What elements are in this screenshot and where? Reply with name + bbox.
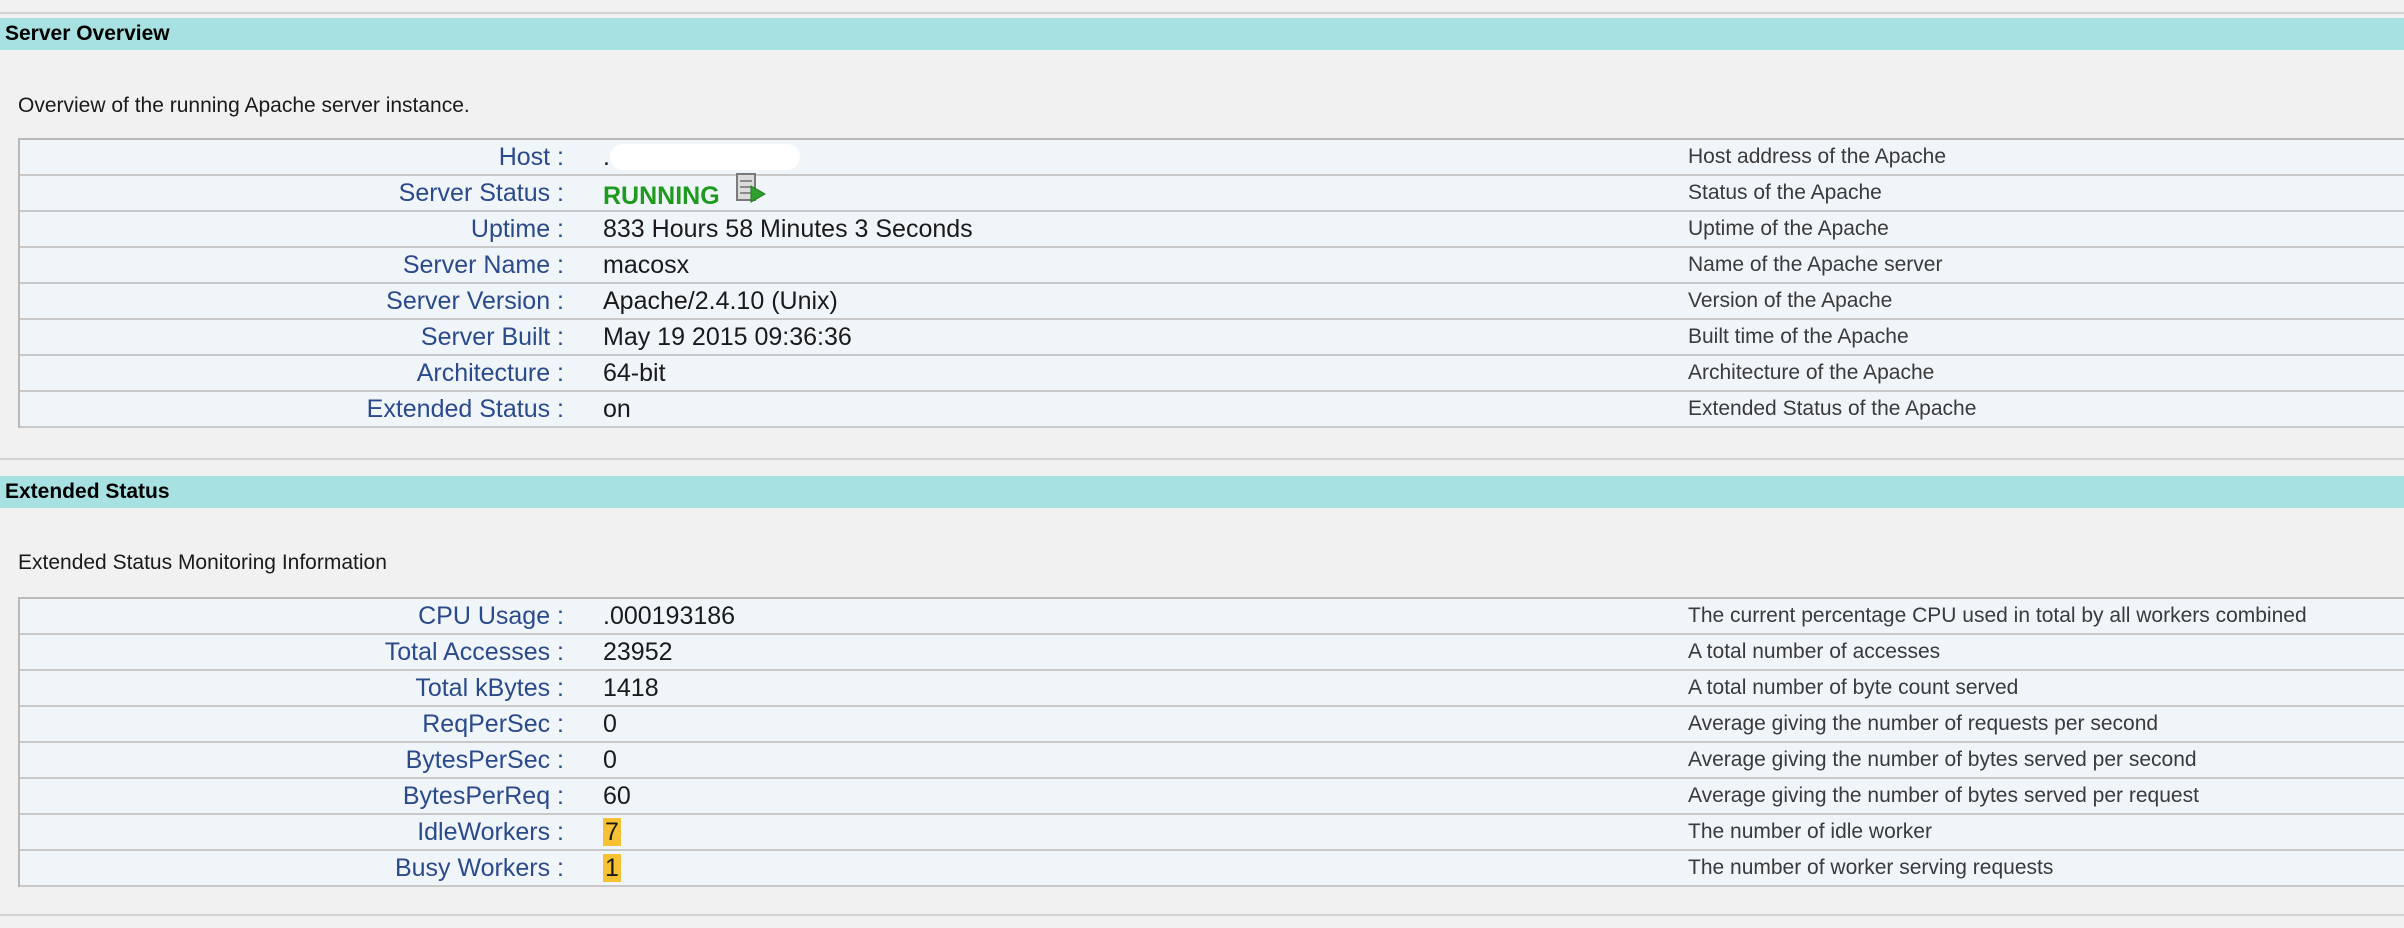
row-note: Architecture of the Apache bbox=[1688, 361, 1935, 384]
top-divider bbox=[0, 12, 2404, 14]
host-value: . bbox=[603, 143, 610, 171]
row-value: RUNNING bbox=[603, 173, 767, 210]
row-label: ReqPerSec : bbox=[422, 710, 564, 738]
table-row-idle-workers: IdleWorkers : 7 The number of idle worke… bbox=[20, 815, 2404, 851]
table-row-extended-status: Extended Status : on Extended Status of … bbox=[20, 392, 2404, 428]
table-row-host: Host : . Host address of the Apache bbox=[20, 140, 2404, 176]
row-note: Average giving the number of bytes serve… bbox=[1688, 784, 2199, 807]
row-value: 0 bbox=[603, 746, 617, 774]
section-divider bbox=[0, 458, 2404, 460]
server-overview-description: Overview of the running Apache server in… bbox=[18, 94, 470, 117]
row-label: Server Status : bbox=[398, 179, 564, 207]
redacted-host bbox=[609, 144, 800, 171]
server-overview-header: Server Overview bbox=[0, 18, 2404, 50]
table-row-total-accesses: Total Accesses : 23952 A total number of… bbox=[20, 635, 2404, 671]
row-note: Name of the Apache server bbox=[1688, 253, 1943, 276]
table-row-cpu-usage: CPU Usage : .000193186 The current perce… bbox=[20, 599, 2404, 635]
row-label: BytesPerReq : bbox=[402, 782, 564, 810]
row-note: A total number of byte count served bbox=[1688, 676, 2019, 699]
row-note: A total number of accesses bbox=[1688, 640, 1941, 663]
row-value: 23952 bbox=[603, 638, 673, 666]
table-row-server-built: Server Built : May 19 2015 09:36:36 Buil… bbox=[20, 320, 2404, 356]
row-note: The current percentage CPU used in total… bbox=[1688, 604, 2307, 627]
extended-status-table: CPU Usage : .000193186 The current perce… bbox=[18, 597, 2404, 887]
table-row-server-name: Server Name : macosx Name of the Apache … bbox=[20, 248, 2404, 284]
row-label: CPU Usage : bbox=[418, 602, 564, 630]
row-value: . bbox=[603, 140, 800, 174]
highlight-badge: 1 bbox=[603, 854, 621, 882]
row-label: Extended Status : bbox=[366, 395, 564, 423]
row-label: Host : bbox=[498, 143, 564, 171]
row-label: Server Built : bbox=[420, 323, 564, 351]
row-note: Version of the Apache bbox=[1688, 289, 1893, 312]
row-value: on bbox=[603, 395, 631, 423]
row-label: IdleWorkers : bbox=[417, 818, 564, 846]
table-row-uptime: Uptime : 833 Hours 58 Minutes 3 Seconds … bbox=[20, 212, 2404, 248]
row-note: The number of worker serving requests bbox=[1688, 856, 2054, 879]
table-row-server-status: Server Status : RUNNING Status of the Ap… bbox=[20, 173, 2404, 212]
row-label: Architecture : bbox=[416, 359, 564, 387]
row-note: Status of the Apache bbox=[1688, 181, 1882, 204]
row-value: 60 bbox=[603, 782, 631, 810]
row-note: Uptime of the Apache bbox=[1688, 217, 1889, 240]
table-row-req-per-sec: ReqPerSec : 0 Average giving the number … bbox=[20, 707, 2404, 743]
row-value: 64-bit bbox=[603, 359, 666, 387]
table-row-server-version: Server Version : Apache/2.4.10 (Unix) Ve… bbox=[20, 284, 2404, 320]
row-label: Server Name : bbox=[402, 251, 564, 279]
row-note: Average giving the number of requests pe… bbox=[1688, 712, 2159, 735]
row-label: Busy Workers : bbox=[394, 854, 564, 882]
table-row-busy-workers: Busy Workers : 1 The number of worker se… bbox=[20, 851, 2404, 887]
row-note: Extended Status of the Apache bbox=[1688, 397, 1977, 420]
row-value: 833 Hours 58 Minutes 3 Seconds bbox=[603, 215, 973, 243]
row-label: Total Accesses : bbox=[384, 638, 564, 666]
row-label: Total kBytes : bbox=[415, 674, 564, 702]
row-value: Apache/2.4.10 (Unix) bbox=[603, 287, 838, 315]
extended-status-description: Extended Status Monitoring Information bbox=[18, 551, 387, 574]
table-row-total-kbytes: Total kBytes : 1418 A total number of by… bbox=[20, 671, 2404, 707]
status-running: RUNNING bbox=[603, 181, 720, 210]
server-overview-table: Host : . Host address of the Apache Serv… bbox=[18, 138, 2404, 428]
row-label: Uptime : bbox=[470, 215, 564, 243]
row-value: 1 bbox=[603, 851, 621, 885]
row-note: The number of idle worker bbox=[1688, 820, 1932, 843]
apache-status-page: Server Overview Overview of the running … bbox=[0, 0, 2404, 928]
table-row-bytes-per-req: BytesPerReq : 60 Average giving the numb… bbox=[20, 779, 2404, 815]
row-value: .000193186 bbox=[603, 602, 736, 630]
extended-status-header: Extended Status bbox=[0, 476, 2404, 508]
row-value: 0 bbox=[603, 710, 617, 738]
row-value: 7 bbox=[603, 815, 621, 849]
row-note: Built time of the Apache bbox=[1688, 325, 1909, 348]
row-note: Average giving the number of bytes serve… bbox=[1688, 748, 2197, 771]
row-label: Server Version : bbox=[386, 287, 564, 315]
table-row-bytes-per-sec: BytesPerSec : 0 Average giving the numbe… bbox=[20, 743, 2404, 779]
row-value: May 19 2015 09:36:36 bbox=[603, 323, 852, 351]
row-value: macosx bbox=[603, 251, 690, 279]
row-label: BytesPerSec : bbox=[405, 746, 564, 774]
row-note: Host address of the Apache bbox=[1688, 145, 1946, 168]
server-run-icon bbox=[735, 172, 767, 215]
bottom-divider bbox=[0, 914, 2404, 916]
row-value: 1418 bbox=[603, 674, 659, 702]
highlight-badge: 7 bbox=[603, 818, 621, 846]
table-row-architecture: Architecture : 64-bit Architecture of th… bbox=[20, 356, 2404, 392]
